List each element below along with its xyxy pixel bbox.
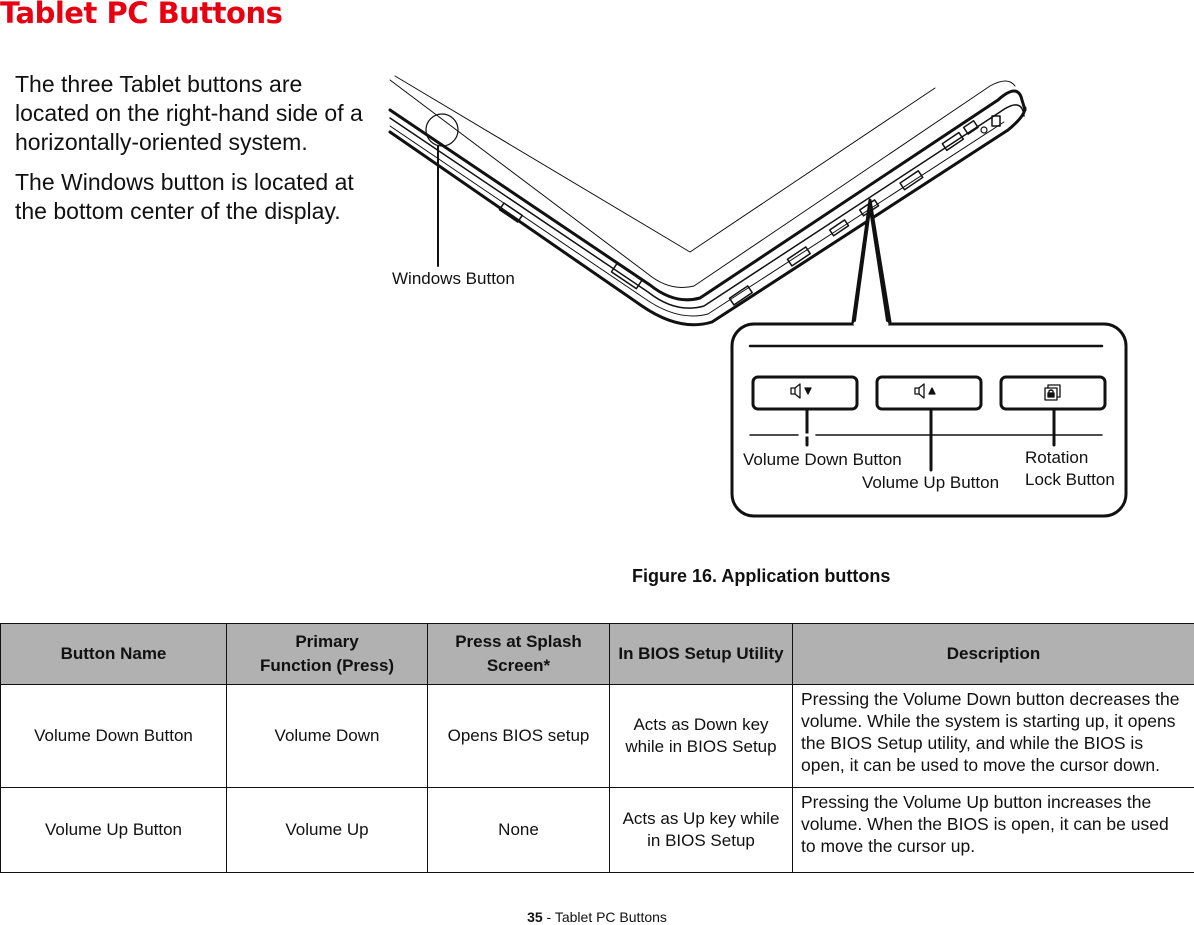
cell-bios-setup: Acts as Up key while in BIOS Setup [609, 787, 793, 873]
rotation-lock-label-line2: Lock Button [1025, 470, 1115, 489]
table-header-row: Button Name Primary Function (Press) Pres… [0, 623, 1194, 685]
intro-paragraph: The Windows button is located at the bot… [15, 169, 354, 224]
cell-primary-function: Volume Up [226, 787, 428, 873]
header-bios-setup: In BIOS Setup Utility [609, 623, 793, 685]
cell-primary-function: Volume Down [226, 684, 428, 788]
cell-splash-screen: Opens BIOS setup [427, 684, 610, 788]
header-splash-screen: Press at Splash Screen* [427, 623, 610, 685]
header-button-name: Button Name [0, 623, 227, 685]
cell-description: Pressing the Volume Down button decrease… [792, 684, 1194, 788]
buttons-table: Button Name Primary Function (Press) Pres… [0, 623, 1194, 873]
page-title: Tablet PC Buttons [0, 0, 283, 30]
page-footer: 35 - Tablet PC Buttons [0, 909, 1194, 925]
page-number: 35 [527, 909, 543, 925]
cell-description: Pressing the Volume Up button increases … [792, 787, 1194, 873]
windows-button-label: Windows Button [392, 269, 515, 288]
intro-text: The three Tablet buttons are located on … [15, 70, 365, 237]
tablet-figure: Windows Button Volume Down Button Volume… [380, 60, 1140, 530]
header-primary-function: Primary Function (Press) [226, 623, 428, 685]
cell-bios-setup: Acts as Down key while in BIOS Setup [609, 684, 793, 788]
figure-caption: Figure 16. Application buttons [632, 566, 891, 586]
volume-down-label: Volume Down Button [743, 450, 902, 469]
volume-up-label: Volume Up Button [862, 473, 1000, 492]
cell-button-name: Volume Up Button [0, 787, 227, 873]
intro-paragraph: The three Tablet buttons are located on … [15, 71, 363, 155]
rotation-lock-label-line1: Rotation [1025, 448, 1089, 467]
cell-splash-screen: None [427, 787, 610, 873]
header-description: Description [792, 623, 1194, 685]
table-row: Volume Up Button Volume Up None Acts as … [0, 787, 1194, 873]
cell-button-name: Volume Down Button [0, 684, 227, 788]
table-row: Volume Down Button Volume Down Opens BIO… [0, 684, 1194, 788]
footer-section: - Tablet PC Buttons [542, 909, 667, 925]
